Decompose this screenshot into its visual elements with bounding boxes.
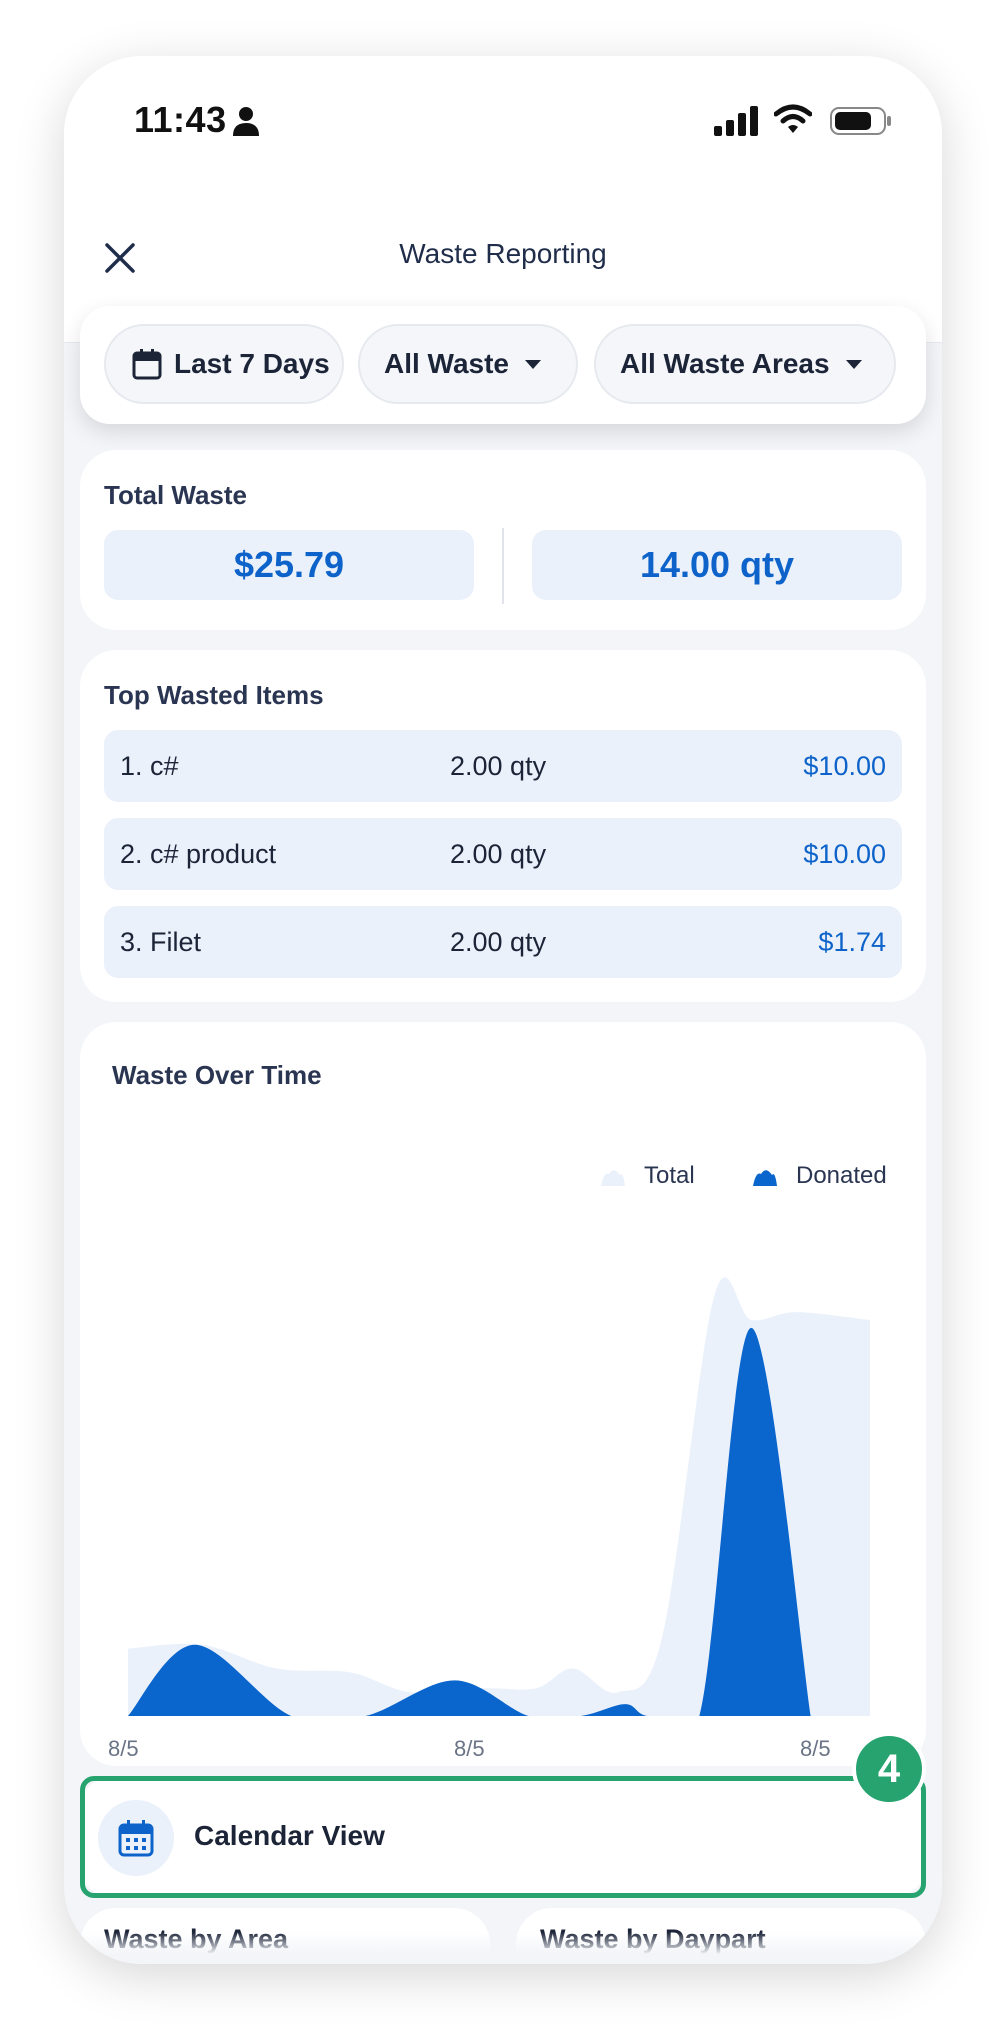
item-cost: $10.00 bbox=[803, 839, 886, 869]
calendar-icon-circle bbox=[98, 1800, 174, 1876]
calendar-view-label: Calendar View bbox=[194, 1820, 385, 1851]
item-quantity: 2.00 qty bbox=[450, 751, 547, 781]
list-item[interactable]: 3. Filet 2.00 qty $1.74 bbox=[104, 906, 902, 978]
calendar-icon bbox=[118, 1820, 154, 1857]
date-range-filter[interactable]: Last 7 Days bbox=[104, 324, 344, 404]
total-waste-card: Total Waste $25.79 14.00 qty bbox=[80, 450, 926, 630]
item-cost: $10.00 bbox=[803, 751, 886, 781]
date-range-label: Last 7 Days bbox=[174, 348, 330, 379]
scroll-fade bbox=[64, 1932, 942, 1964]
waste-type-label: All Waste bbox=[384, 348, 509, 379]
total-quantity-value: 14.00 qty bbox=[532, 530, 902, 600]
item-name: 3. Filet bbox=[120, 927, 202, 957]
status-time: 11:43 bbox=[134, 99, 227, 140]
status-bar: 11:43 bbox=[64, 56, 942, 176]
top-wasted-items-card: Top Wasted Items 1. c# 2.00 qty $10.00 2… bbox=[80, 650, 926, 1002]
x-tick-label: 8/5 bbox=[454, 1736, 485, 1761]
wifi-icon bbox=[774, 104, 812, 133]
divider bbox=[502, 528, 504, 604]
total-waste-title: Total Waste bbox=[104, 480, 248, 510]
chevron-down-icon bbox=[525, 359, 541, 369]
waste-area-dropdown[interactable]: All Waste Areas bbox=[594, 324, 896, 404]
list-item[interactable]: 1. c# 2.00 qty $10.00 bbox=[104, 730, 902, 802]
item-quantity: 2.00 qty bbox=[450, 927, 547, 957]
phone-frame: 11:43 Waste Reporting Last 7 Days All Wa… bbox=[64, 56, 942, 1964]
list-item[interactable]: 2. c# product 2.00 qty $10.00 bbox=[104, 818, 902, 890]
item-name: 2. c# product bbox=[120, 839, 277, 869]
waste-over-time-chart bbox=[128, 1277, 870, 1716]
step-number-badge: 4 bbox=[852, 1732, 926, 1806]
filter-bar: Last 7 Days All Waste All Waste Areas bbox=[80, 306, 926, 424]
chevron-down-icon bbox=[845, 359, 862, 369]
calendar-icon bbox=[132, 349, 162, 380]
waste-type-dropdown[interactable]: All Waste bbox=[358, 324, 578, 404]
battery-icon bbox=[830, 107, 891, 135]
page-title: Waste Reporting bbox=[399, 238, 607, 269]
waste-area-label: All Waste Areas bbox=[620, 348, 830, 379]
item-cost: $1.74 bbox=[818, 927, 886, 957]
calendar-view-button[interactable]: Calendar View bbox=[80, 1778, 926, 1896]
item-quantity: 2.00 qty bbox=[450, 839, 547, 869]
person-icon bbox=[233, 107, 259, 136]
item-name: 1. c# bbox=[120, 751, 179, 781]
waste-over-time-card: Waste Over Time Total Donated 8/5 8/5 8/… bbox=[80, 1022, 926, 1766]
total-cost-value: $25.79 bbox=[104, 530, 474, 600]
cellular-signal-icon bbox=[714, 106, 758, 136]
x-tick-label: 8/5 bbox=[108, 1736, 139, 1761]
top-wasted-items-title: Top Wasted Items bbox=[104, 680, 324, 710]
x-tick-label: 8/5 bbox=[800, 1736, 831, 1761]
